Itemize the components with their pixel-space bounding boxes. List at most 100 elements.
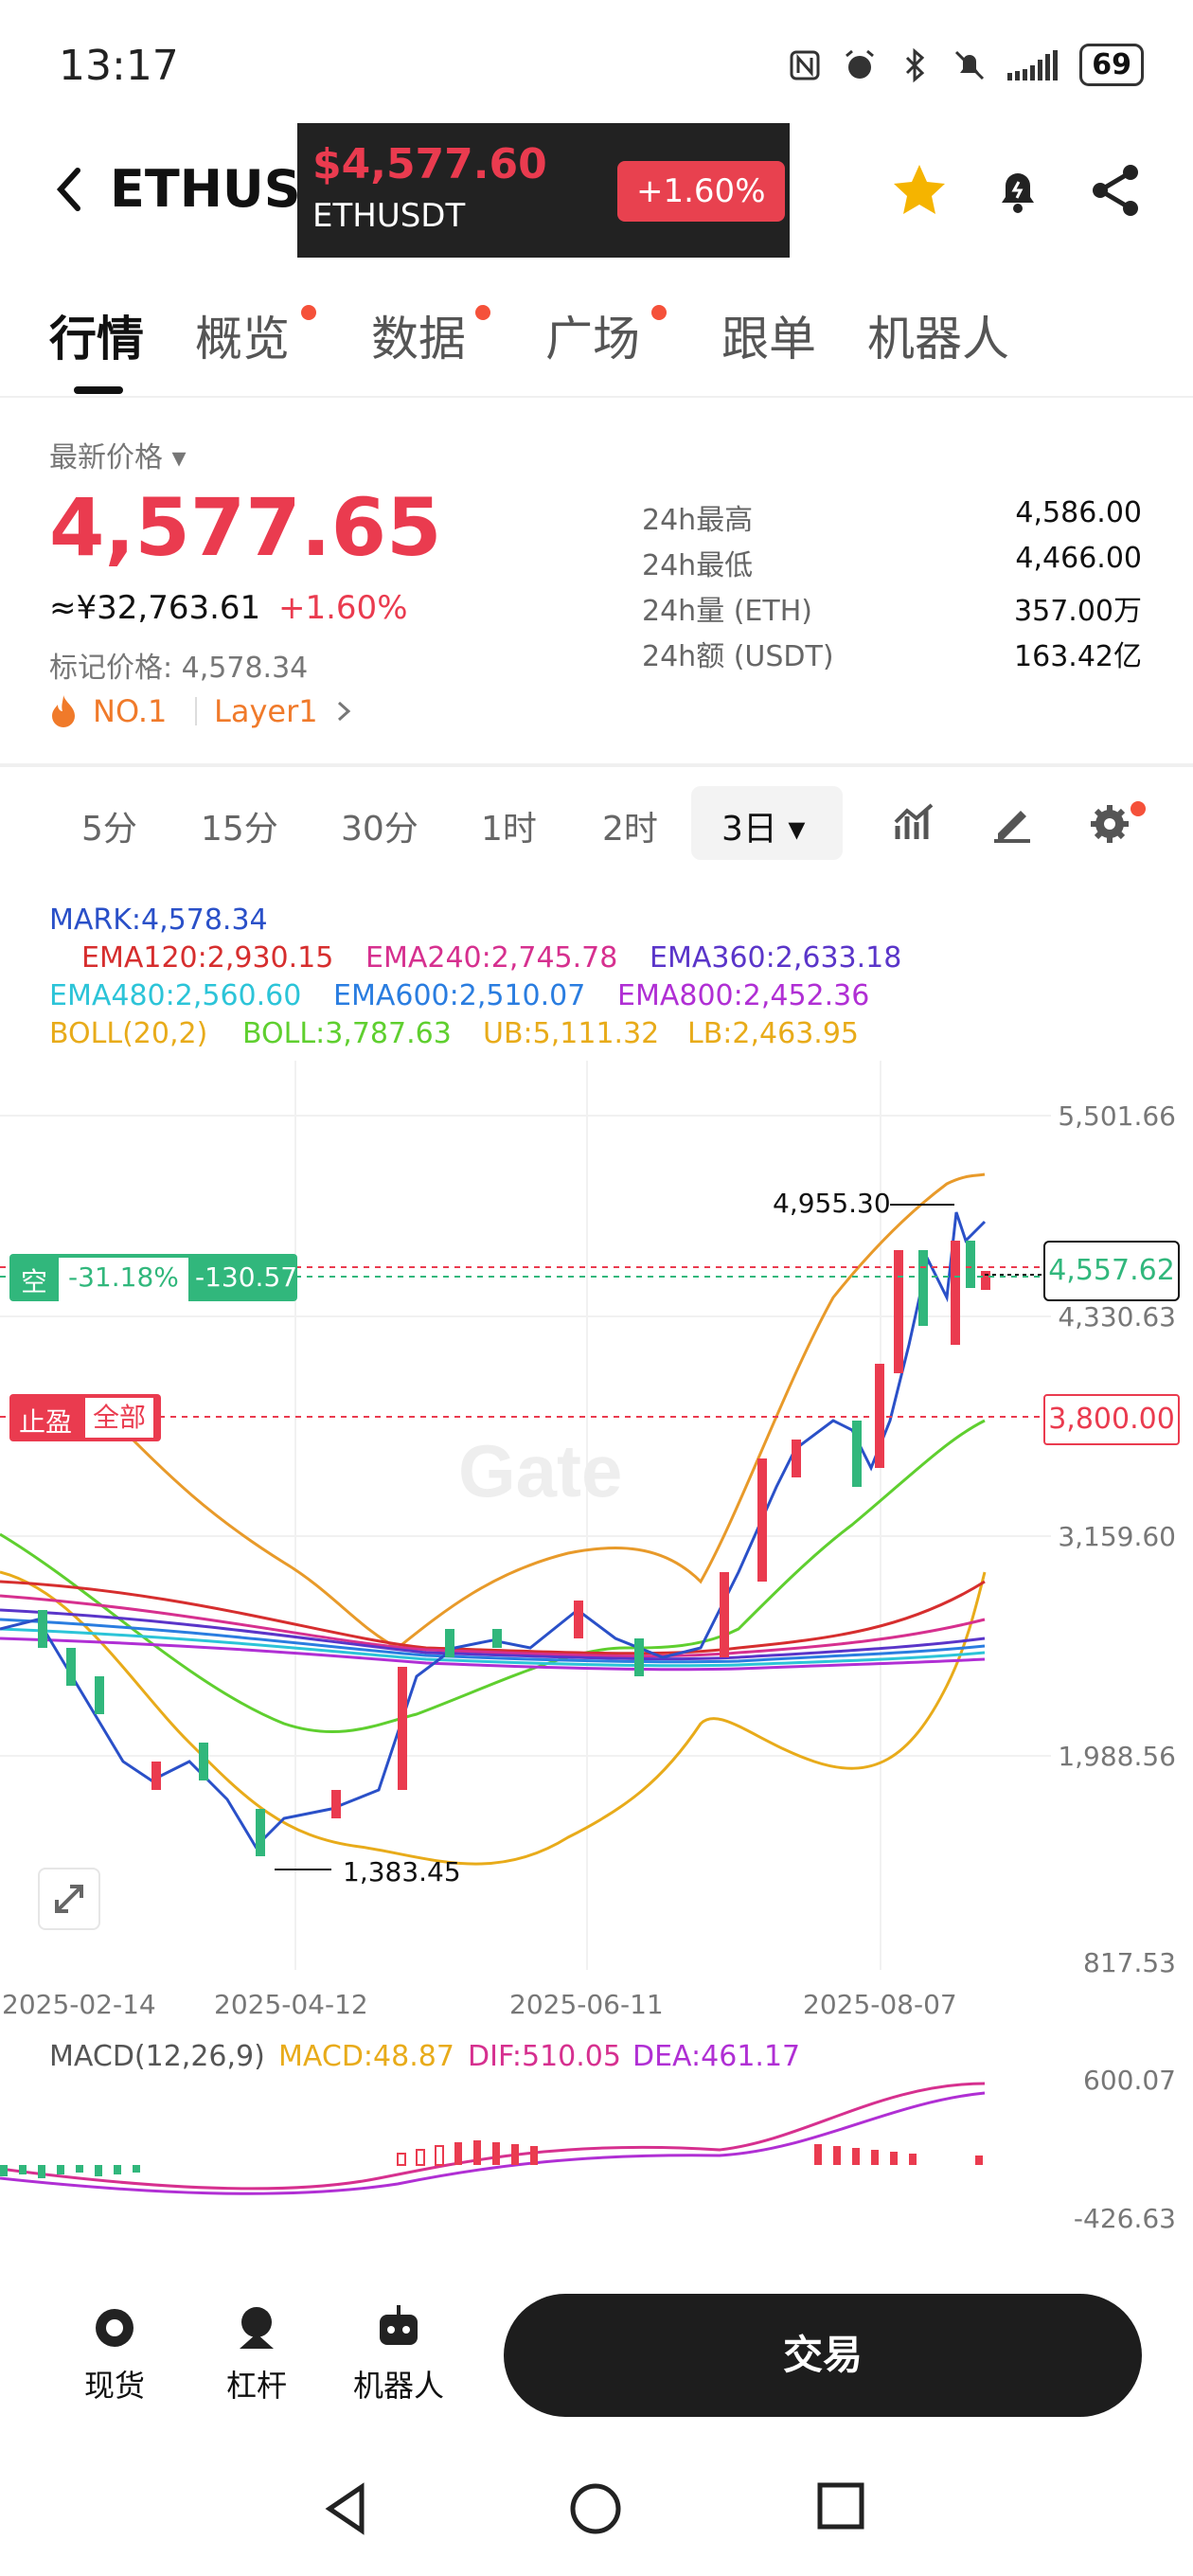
rank-badge[interactable]: NO.1 — [93, 693, 167, 729]
chevron-right-icon[interactable] — [333, 697, 354, 725]
draw-tool-icon[interactable] — [988, 801, 1036, 845]
tp-price-tag: 3,800.00 — [1043, 1394, 1180, 1445]
bluetooth-icon — [906, 47, 925, 82]
legend-boll-ub: UB:5,111.32 — [483, 1017, 660, 1050]
legend-ema480: EMA480:2,560.60 — [49, 979, 302, 1012]
tab-bot[interactable]: 机器人 — [867, 301, 1009, 369]
robot-icon — [380, 2305, 418, 2345]
nfc-icon — [790, 50, 820, 80]
nav-back-icon[interactable] — [322, 2481, 369, 2536]
macd-dea: DEA:461.17 — [632, 2040, 801, 2073]
stat-value-high: 4,586.00 — [1015, 496, 1142, 529]
legend-ema120: EMA120:2,930.15 — [81, 941, 334, 975]
position-side: 空 — [21, 1266, 48, 1297]
indicator-icon[interactable] — [892, 801, 939, 845]
tab-data-dot — [475, 305, 490, 320]
expand-chart-button[interactable] — [38, 1868, 100, 1930]
tab-square[interactable]: 广场 — [545, 301, 640, 369]
candlestick-chart[interactable]: Gate — [0, 1061, 1193, 1970]
spot-icon — [96, 2309, 134, 2347]
legend-boll-mid: BOLL:3,787.63 — [242, 1017, 452, 1050]
spot-button[interactable]: 现货 — [53, 2301, 176, 2406]
status-time: 13:17 — [59, 42, 179, 90]
spot-label: 现货 — [83, 2368, 145, 2404]
signal-icon — [1007, 49, 1059, 80]
bot-label: 机器人 — [352, 2368, 444, 2404]
last-price: 4,577.65 — [49, 481, 442, 574]
settings-dot — [1131, 801, 1146, 816]
legend-ema240: EMA240:2,745.78 — [365, 941, 618, 975]
nav-recents-icon[interactable] — [816, 2481, 865, 2531]
x-axis-label: 2025-02-14 — [2, 1989, 156, 2020]
expand-icon — [55, 1885, 83, 1913]
tab-overview[interactable]: 概览 — [195, 301, 290, 369]
popup-change-badge: +1.60% — [617, 161, 785, 222]
macd-title: MACD(12,26,9) — [49, 2040, 265, 2073]
nav-home-icon[interactable] — [568, 2481, 623, 2536]
tp-label: 止盈 — [19, 1406, 73, 1438]
x-axis-label: 2025-08-07 — [803, 1989, 957, 2020]
status-icons: 69 — [786, 44, 1144, 86]
y-axis-label: 3,159.60 — [1058, 1521, 1176, 1552]
low-marker-label: 1,383.45 — [343, 1856, 461, 1887]
tab-overview-dot — [301, 305, 316, 320]
position-pnl: -130.57 — [195, 1261, 298, 1293]
macd-chart — [0, 2082, 986, 2195]
margin-button[interactable]: 杠杆 — [195, 2301, 318, 2406]
timeframe-15m[interactable]: 15分 — [201, 801, 278, 850]
alarm-icon — [846, 49, 875, 79]
y-axis-label: 1,988.56 — [1058, 1741, 1176, 1772]
alert-bell-icon[interactable] — [985, 157, 1051, 224]
timeframe-5m[interactable]: 5分 — [81, 801, 137, 850]
take-profit-tag[interactable]: 止盈 全部 — [9, 1394, 161, 1441]
timeframe-1h[interactable]: 1时 — [481, 801, 537, 850]
legend-boll-lb: LB:2,463.95 — [687, 1017, 859, 1050]
stat-label-low: 24h最低 — [642, 549, 754, 582]
y-axis-label: 5,501.66 — [1058, 1100, 1176, 1132]
macd-y-bottom: -426.63 — [1073, 2203, 1176, 2234]
y-axis-label: 4,330.63 — [1058, 1301, 1176, 1333]
y-axis-label: 817.53 — [1083, 1947, 1176, 1978]
stat-value-turnover: 163.42亿 — [1014, 640, 1142, 673]
tab-active-underline — [74, 386, 123, 394]
stat-label-high: 24h最高 — [642, 504, 754, 537]
mark-price: 标记价格: 4,578.34 — [49, 652, 309, 685]
cny-price: ≈¥32,763.61 — [49, 589, 261, 627]
timeframe-2h[interactable]: 2时 — [602, 801, 658, 850]
macd-dif: DIF:510.05 — [468, 2040, 621, 2073]
tab-data[interactable]: 数据 — [371, 301, 466, 369]
macd-value: MACD:48.87 — [278, 2040, 454, 2073]
popup-price: $4,577.60 — [312, 140, 547, 188]
macd-y-top: 600.07 — [1083, 2065, 1176, 2096]
latest-price-label[interactable]: 最新价格 ▾ — [49, 434, 187, 475]
trade-button[interactable]: 交易 — [504, 2294, 1142, 2417]
stat-value-low: 4,466.00 — [1015, 542, 1142, 575]
chart-settings-icon[interactable] — [1087, 801, 1134, 845]
x-axis-label: 2025-04-12 — [214, 1989, 368, 2020]
stat-label-turnover: 24h额 (USDT) — [642, 640, 834, 673]
category-tag[interactable]: Layer1 — [214, 693, 318, 729]
tab-copy-trading[interactable]: 跟单 — [721, 301, 816, 369]
battery-level: 69 — [1079, 44, 1144, 86]
section-divider — [0, 763, 1193, 767]
candles — [38, 1241, 990, 1856]
legend-ema600: EMA600:2,510.07 — [333, 979, 586, 1012]
tab-market[interactable]: 行情 — [49, 301, 144, 369]
position-tag[interactable]: 空 -31.18% -130.57 — [9, 1254, 298, 1305]
fire-icon — [52, 695, 75, 727]
price-popup: $4,577.60 ETHUSDT +1.60% — [297, 123, 790, 258]
legend-ema800: EMA800:2,452.36 — [617, 979, 870, 1012]
stat-value-volume: 357.00万 — [1014, 595, 1142, 628]
bot-button[interactable]: 机器人 — [337, 2301, 460, 2406]
tp-all: 全部 — [85, 1398, 154, 1438]
mute-icon — [955, 50, 985, 80]
timeframe-30m[interactable]: 30分 — [341, 801, 418, 850]
stat-label-volume: 24h量 (ETH) — [642, 595, 812, 628]
legend-ema360: EMA360:2,633.18 — [650, 941, 902, 975]
current-price-tag: 4,557.62 — [1043, 1241, 1180, 1301]
timeframe-3d[interactable]: 3日 ▾ — [721, 801, 805, 850]
back-icon[interactable] — [45, 161, 93, 218]
star-icon[interactable] — [886, 157, 953, 224]
margin-icon — [240, 2307, 274, 2349]
share-icon[interactable] — [1083, 157, 1149, 224]
